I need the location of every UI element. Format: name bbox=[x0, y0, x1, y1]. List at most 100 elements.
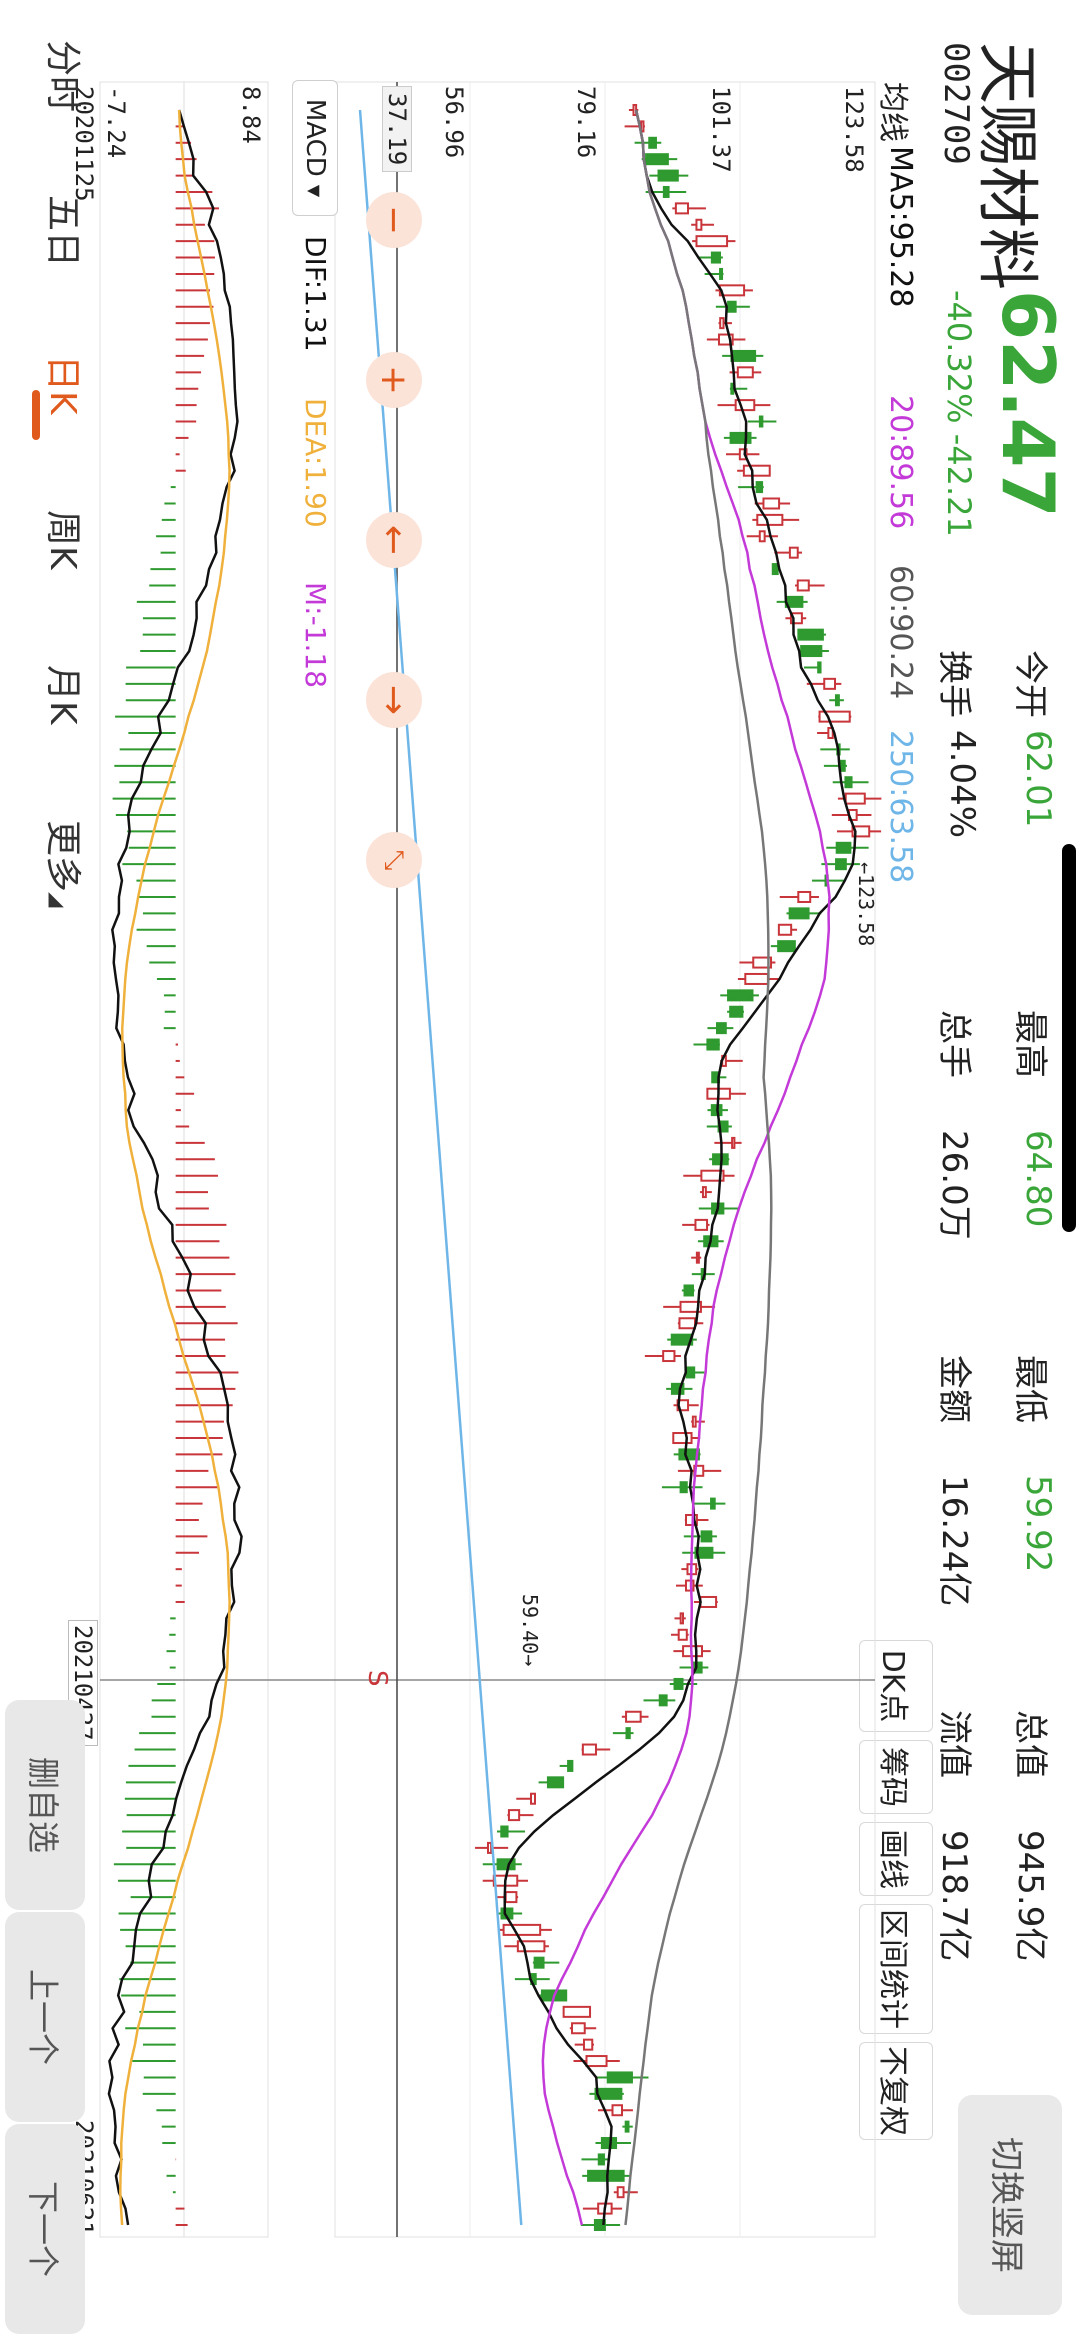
crosshair-price-label: 37.19 bbox=[382, 86, 412, 173]
move-left-icon[interactable]: ← bbox=[366, 512, 422, 568]
candle-body bbox=[796, 579, 810, 592]
ma-lines bbox=[358, 109, 857, 2226]
candle-body bbox=[504, 1891, 518, 1904]
ma5-line bbox=[503, 109, 857, 2226]
dif-line bbox=[107, 109, 243, 2226]
previous-stock-button[interactable]: 上一个 bbox=[5, 1912, 85, 2122]
candle-body bbox=[706, 1038, 720, 1051]
ma20-line bbox=[541, 109, 831, 2226]
candle-body bbox=[606, 2071, 633, 2084]
candle-body bbox=[673, 1677, 684, 1690]
candle-body bbox=[844, 792, 866, 805]
candle-body bbox=[788, 907, 810, 920]
candle-body bbox=[834, 694, 840, 707]
next-stock-button[interactable]: 下一个 bbox=[5, 2124, 85, 2334]
candle-body bbox=[797, 890, 812, 903]
candle-body bbox=[700, 1530, 713, 1543]
tab-monthly-k[interactable]: 月K bbox=[40, 665, 92, 725]
zoom-in-icon[interactable]: + bbox=[366, 352, 422, 408]
candle-body bbox=[562, 2005, 592, 2018]
candle-body bbox=[571, 2022, 586, 2035]
candle-body bbox=[625, 1727, 631, 1740]
candle-body bbox=[679, 1612, 684, 1625]
candle-body bbox=[486, 1841, 493, 1854]
kline-chart[interactable] bbox=[0, 0, 1080, 2337]
candle-body bbox=[719, 267, 724, 280]
fit-screen-icon[interactable]: ⤡ bbox=[366, 832, 422, 888]
candle-body bbox=[582, 2038, 594, 2051]
m-value: M:-1.18 bbox=[299, 582, 332, 689]
candle-body bbox=[533, 1956, 545, 1969]
home-indicator bbox=[1062, 844, 1076, 1232]
candle-body bbox=[817, 661, 822, 674]
candle-body bbox=[567, 1759, 574, 1772]
candle-body bbox=[788, 546, 799, 559]
candle-body bbox=[839, 759, 846, 772]
candle-body bbox=[685, 1366, 696, 1379]
candle-body bbox=[758, 415, 764, 428]
remove-watchlist-button[interactable]: 删自选 bbox=[5, 1700, 85, 1910]
candle-body bbox=[731, 1136, 736, 1149]
candle-body bbox=[507, 1809, 521, 1822]
candle-body bbox=[581, 1743, 597, 1756]
chevron-down-icon: ▼ bbox=[305, 184, 325, 198]
candle-body bbox=[835, 841, 852, 854]
candle-body bbox=[546, 1776, 565, 1789]
macd-bars bbox=[112, 125, 239, 2226]
indicator-selector[interactable]: MACD ▼ bbox=[292, 80, 338, 216]
tab-weekly-k[interactable]: 周K bbox=[40, 510, 92, 570]
candle-body bbox=[771, 563, 779, 576]
candle-body bbox=[727, 989, 754, 1002]
candle-body bbox=[679, 1481, 688, 1494]
candle-body bbox=[657, 169, 679, 182]
macd-top-label: 8.84 bbox=[237, 86, 265, 144]
tab-timeshare[interactable]: 分时 bbox=[40, 40, 92, 112]
candle-body bbox=[611, 2104, 624, 2117]
candle-body bbox=[662, 1350, 676, 1363]
candle-body bbox=[500, 1825, 509, 1838]
move-right-icon[interactable]: → bbox=[366, 672, 422, 728]
min-marker: 59.40→ bbox=[518, 1594, 542, 1667]
landscape-stage: 天赐材料 002709 62.47 -40.32% -42.21 今开 62.0… bbox=[0, 0, 1080, 2337]
dea-value: DEA:1.90 bbox=[299, 398, 332, 528]
candle-body bbox=[658, 1694, 668, 1707]
candle-body bbox=[710, 251, 721, 264]
tab-daily-k[interactable]: 日K bbox=[40, 355, 92, 415]
candle-body bbox=[677, 1628, 688, 1641]
candle-body bbox=[729, 1005, 744, 1018]
candle-body bbox=[844, 776, 853, 789]
candle-body bbox=[624, 2120, 630, 2133]
candle-body bbox=[823, 677, 837, 690]
active-tab-indicator bbox=[32, 390, 40, 440]
y-low-label: 56.96 bbox=[440, 86, 468, 159]
candle-body bbox=[695, 235, 729, 248]
tab-five-day[interactable]: 五日 bbox=[40, 195, 92, 267]
candle-body bbox=[758, 530, 766, 543]
triangle-icon: ◢ bbox=[46, 892, 70, 908]
candle-body bbox=[678, 1317, 697, 1330]
candle-body bbox=[818, 710, 851, 723]
candle-body bbox=[797, 628, 824, 641]
candle-body bbox=[694, 1218, 709, 1231]
ma60-line bbox=[624, 109, 773, 2226]
indicator-name: MACD bbox=[300, 98, 330, 177]
candle-body bbox=[729, 431, 752, 444]
sell-signal: S bbox=[362, 1670, 392, 1687]
candle-body bbox=[585, 2055, 608, 2068]
ma250-line bbox=[358, 109, 523, 2226]
candle-body bbox=[530, 1792, 536, 1805]
candle-body bbox=[648, 136, 657, 149]
candle-body bbox=[835, 858, 847, 871]
candle-body bbox=[736, 366, 754, 379]
candle-body bbox=[616, 2186, 625, 2199]
candle-body bbox=[742, 464, 771, 477]
candle-body bbox=[695, 218, 703, 231]
candle-body bbox=[710, 1497, 716, 1510]
zoom-out-icon[interactable]: − bbox=[366, 192, 422, 248]
macd-bottom-label: -7.24 bbox=[102, 86, 130, 159]
candle-body bbox=[730, 382, 735, 395]
candle-body bbox=[597, 2153, 605, 2166]
home-indicator-spacer bbox=[1030, 1090, 1042, 1478]
candle-body bbox=[701, 1186, 707, 1199]
tab-more[interactable]: 更多◢ bbox=[40, 820, 92, 907]
